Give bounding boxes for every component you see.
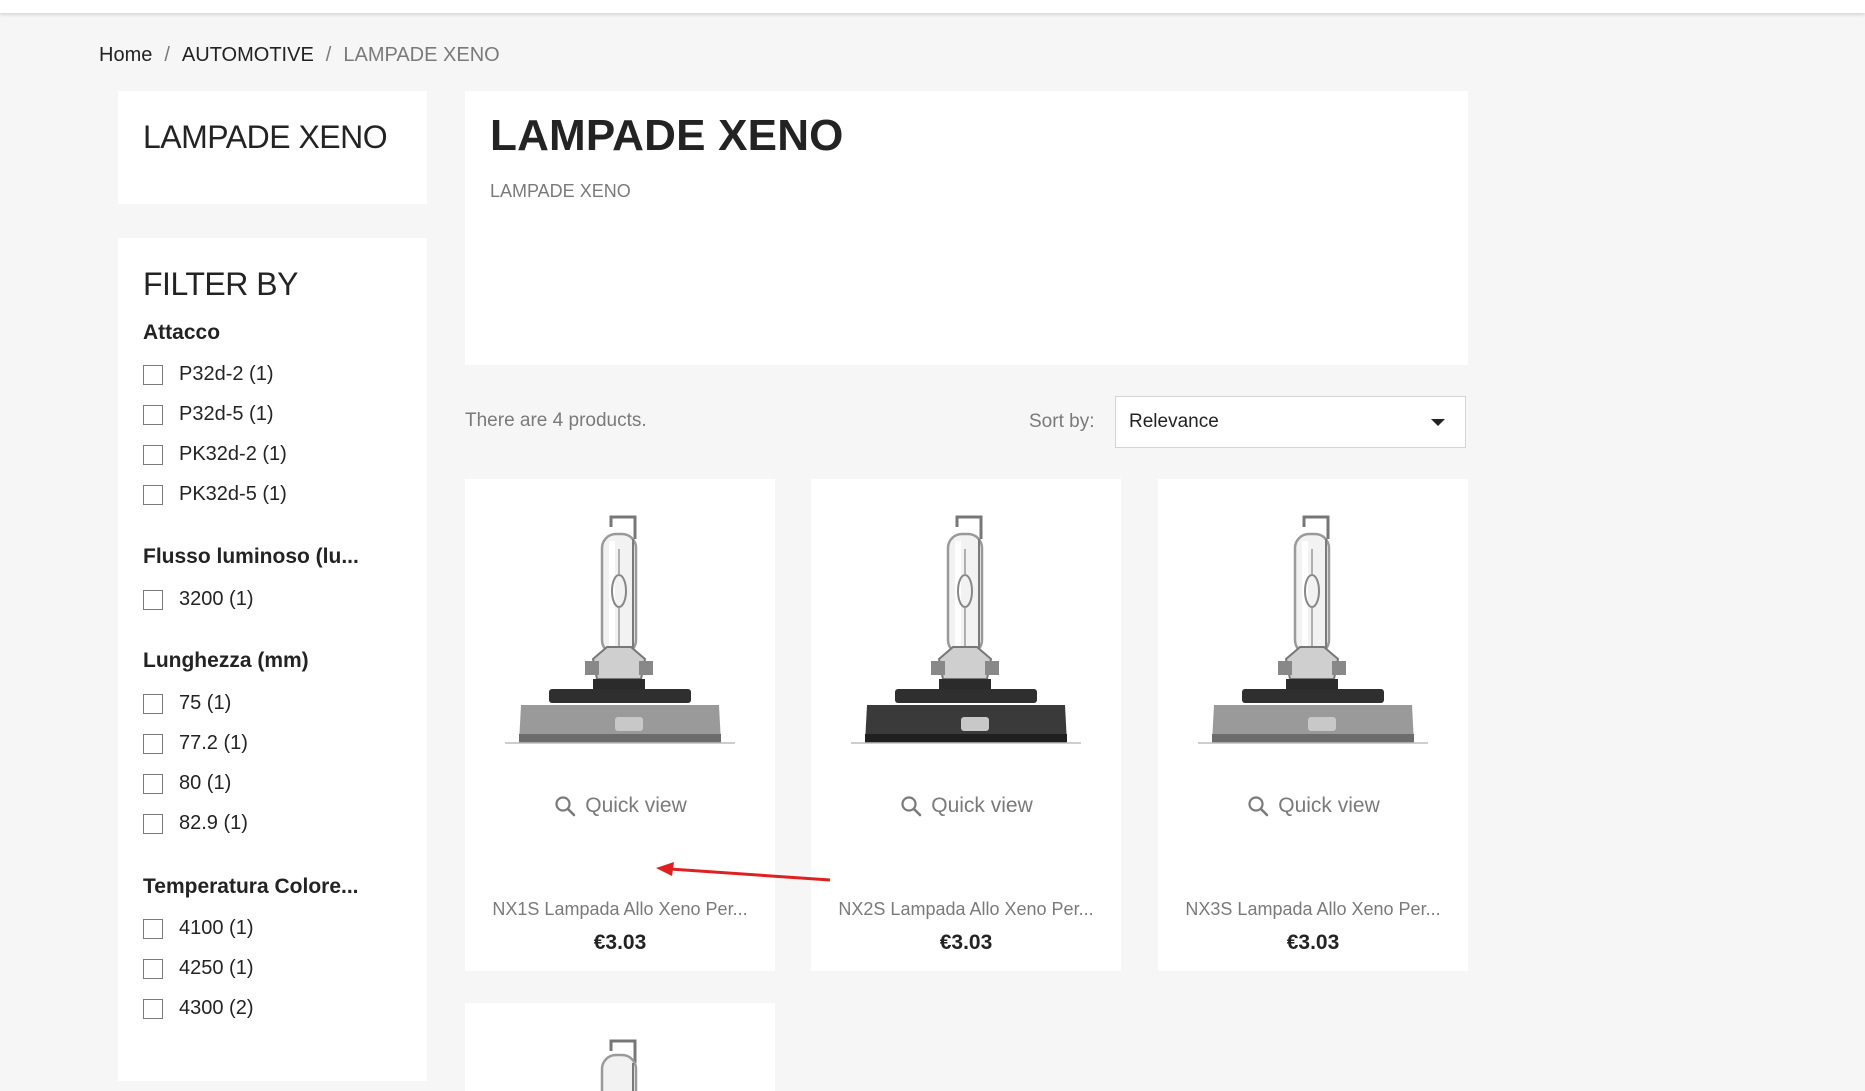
checkbox[interactable]	[143, 364, 163, 385]
xenon-bulb-image	[1198, 515, 1428, 744]
product-price: €3.03	[593, 931, 647, 954]
product-image[interactable]	[465, 479, 775, 799]
filter-option-label: PK32d-5 (1)	[179, 483, 287, 505]
filter-option[interactable]: PK32d-2 (1)	[143, 443, 287, 466]
sidebar-category-title[interactable]: LAMPADE XENO	[143, 119, 388, 156]
quick-view-label: Quick view	[1278, 794, 1380, 817]
checkbox[interactable]	[143, 404, 163, 425]
filter-option[interactable]: 77.2 (1)	[143, 732, 248, 755]
breadcrumb-category[interactable]: AUTOMOTIVE	[182, 44, 314, 67]
filter-option-label: 3200 (1)	[179, 588, 254, 610]
filter-option-label: P32d-5 (1)	[179, 403, 274, 425]
product-image[interactable]	[1158, 479, 1468, 799]
product-card-partial[interactable]	[465, 1003, 775, 1091]
sidebar-category-card: LAMPADE XENO	[118, 91, 427, 204]
filter-option-label: 4300 (2)	[179, 997, 254, 1019]
filter-heading: FILTER BY	[143, 266, 298, 302]
filter-option[interactable]: 4100 (1)	[143, 917, 254, 940]
checkbox[interactable]	[143, 693, 163, 714]
product-card[interactable]: Quick view NX2S Lampada Allo Xeno Per...…	[811, 479, 1121, 971]
filter-panel: FILTER BY Attacco P32d-2 (1) P32d-5 (1) …	[118, 238, 427, 1081]
products-count: There are 4 products.	[465, 410, 647, 431]
product-card[interactable]: Quick view NX1S Lampada Allo Xeno Per...…	[465, 479, 775, 971]
quick-view-button[interactable]: Quick view	[1158, 794, 1468, 818]
breadcrumb-current: LAMPADE XENO	[343, 44, 500, 66]
product-name[interactable]: NX1S Lampada Allo Xeno Per...	[465, 899, 775, 920]
page-title: LAMPADE XENO	[490, 111, 844, 160]
facet-title-attacco: Attacco	[143, 321, 221, 344]
quick-view-label: Quick view	[931, 794, 1033, 817]
filter-option-label: 82.9 (1)	[179, 812, 248, 834]
checkbox[interactable]	[143, 484, 163, 505]
checkbox[interactable]	[143, 998, 163, 1019]
sort-selected-value: Relevance	[1129, 411, 1219, 432]
product-card[interactable]: Quick view NX3S Lampada Allo Xeno Per...…	[1158, 479, 1468, 971]
filter-option-label: 75 (1)	[179, 692, 232, 714]
sort-label: Sort by:	[1029, 411, 1095, 432]
filter-option[interactable]: P32d-2 (1)	[143, 363, 274, 386]
product-name[interactable]: NX2S Lampada Allo Xeno Per...	[811, 899, 1121, 920]
filter-option[interactable]: 75 (1)	[143, 692, 231, 715]
product-image[interactable]	[811, 479, 1121, 799]
search-icon	[901, 796, 922, 817]
product-name[interactable]: NX3S Lampada Allo Xeno Per...	[1158, 899, 1468, 920]
search-icon	[555, 796, 576, 817]
search-icon	[1248, 796, 1269, 817]
top-header-bar	[0, 0, 1865, 13]
quick-view-button[interactable]: Quick view	[811, 794, 1121, 818]
product-price: €3.03	[939, 931, 993, 954]
checkbox[interactable]	[143, 444, 163, 465]
checkbox[interactable]	[143, 733, 163, 754]
checkbox[interactable]	[143, 918, 163, 939]
quick-view-button[interactable]: Quick view	[465, 794, 775, 818]
filter-option-label: PK32d-2 (1)	[179, 443, 287, 465]
xenon-bulb-image	[851, 515, 1081, 744]
filter-option[interactable]: 82.9 (1)	[143, 812, 248, 835]
quick-view-label: Quick view	[585, 794, 687, 817]
breadcrumb-home[interactable]: Home	[99, 44, 152, 67]
breadcrumb-separator: /	[164, 44, 170, 66]
xenon-bulb-image	[505, 515, 735, 744]
breadcrumb-separator: /	[325, 44, 332, 66]
filter-option[interactable]: 4300 (2)	[143, 997, 254, 1020]
category-header: LAMPADE XENO LAMPADE XENO	[465, 91, 1468, 365]
filter-option[interactable]: P32d-5 (1)	[143, 403, 274, 426]
checkbox[interactable]	[143, 813, 163, 834]
filter-option-label: P32d-2 (1)	[179, 363, 274, 385]
facet-title-temperatura-colore: Temperatura Colore...	[143, 875, 359, 898]
product-image[interactable]	[465, 1003, 775, 1091]
checkbox[interactable]	[143, 958, 163, 979]
sort-dropdown[interactable]: Relevance	[1115, 396, 1466, 448]
filter-option-label: 80 (1)	[179, 772, 232, 794]
product-price: €3.03	[1286, 931, 1340, 954]
checkbox[interactable]	[143, 773, 163, 794]
filter-option[interactable]: 4250 (1)	[143, 957, 254, 980]
filter-option[interactable]: PK32d-5 (1)	[143, 483, 287, 506]
filter-option-label: 4250 (1)	[179, 957, 254, 979]
facet-title-flusso-luminoso: Flusso luminoso (lu...	[143, 545, 359, 568]
filter-option[interactable]: 3200 (1)	[143, 588, 254, 611]
filter-option-label: 77.2 (1)	[179, 732, 248, 754]
checkbox[interactable]	[143, 589, 163, 610]
category-description: LAMPADE XENO	[490, 181, 631, 201]
facet-title-lunghezza: Lunghezza (mm)	[143, 649, 309, 672]
breadcrumb: Home / AUTOMOTIVE / LAMPADE XENO	[99, 44, 500, 67]
annotation-arrow-icon	[656, 862, 831, 882]
caret-down-icon	[1431, 419, 1445, 426]
filter-option-label: 4100 (1)	[179, 917, 254, 939]
filter-option[interactable]: 80 (1)	[143, 772, 231, 795]
